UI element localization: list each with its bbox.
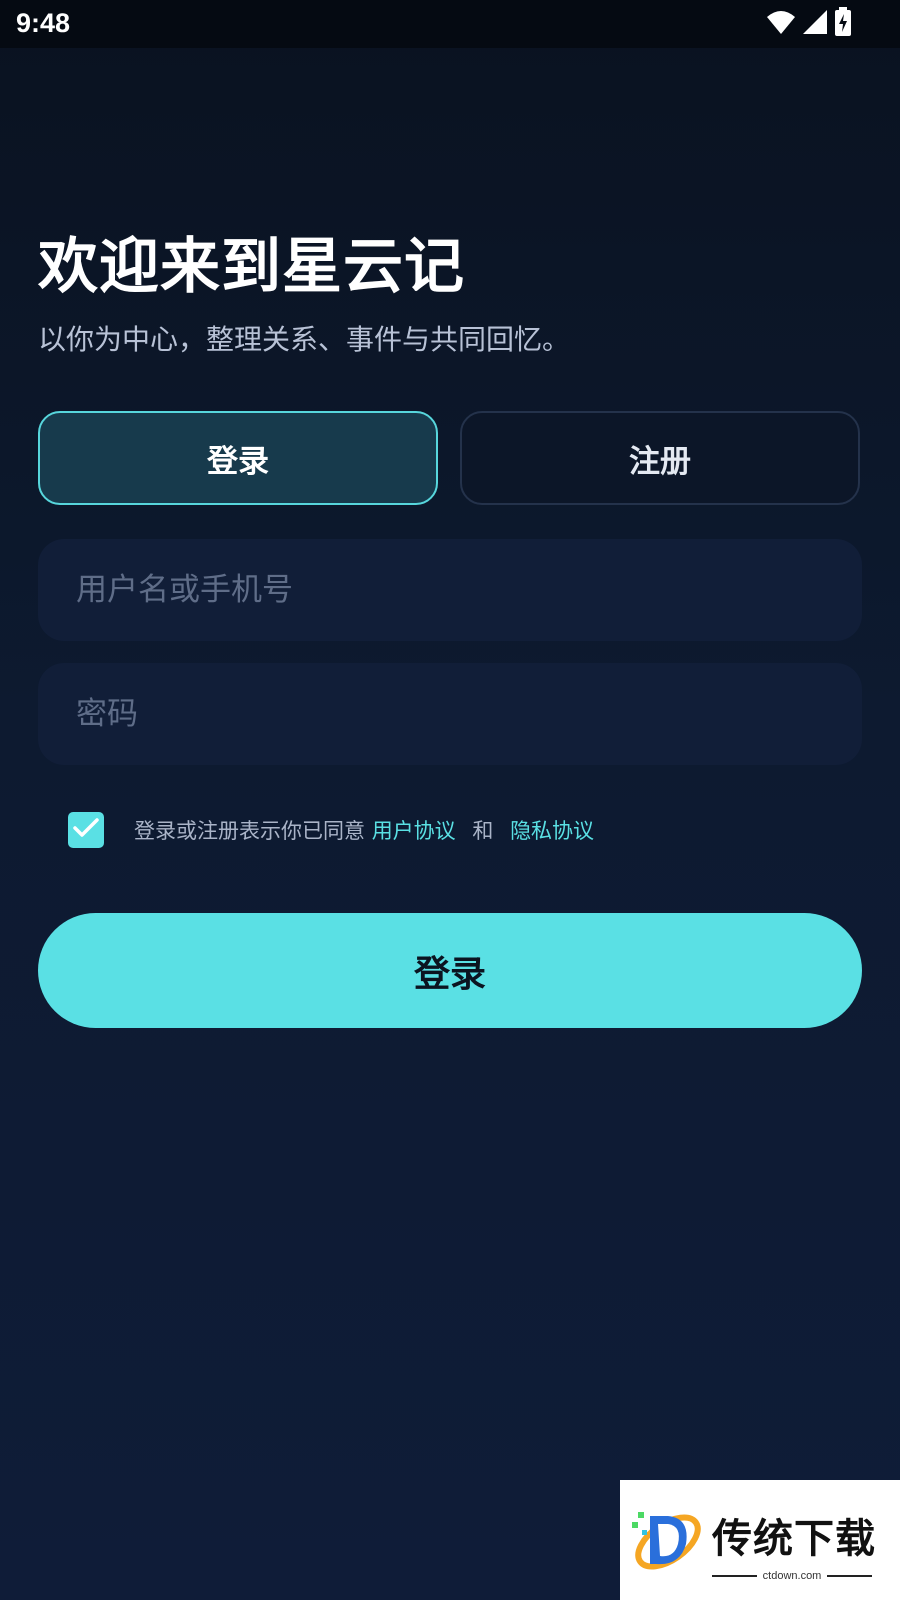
username-input[interactable]	[38, 539, 862, 641]
tab-register[interactable]: 注册	[460, 411, 860, 505]
agreement-text: 登录或注册表示你已同意 用户协议 和 隐私协议	[134, 815, 594, 845]
agreement-checkbox[interactable]	[68, 812, 104, 848]
password-field	[38, 663, 862, 765]
watermark-title: 传统下载	[712, 1516, 876, 1562]
agreement-and: 和	[472, 819, 494, 843]
privacy-policy-link[interactable]: 隐私协议	[510, 819, 594, 843]
tab-login[interactable]: 登录	[38, 411, 438, 505]
user-agreement-link[interactable]: 用户协议	[372, 819, 456, 843]
battery-charging-icon	[834, 7, 852, 41]
watermark-logo-icon	[628, 1504, 706, 1580]
agreement-row: 登录或注册表示你已同意 用户协议 和 隐私协议	[68, 812, 594, 848]
check-icon	[73, 817, 99, 843]
signal-icon	[802, 9, 828, 39]
watermark: 传统下载 ctdown.com	[620, 1480, 900, 1600]
watermark-url: ctdown.com	[762, 1570, 822, 1582]
status-bar: 9:48	[0, 0, 900, 48]
status-time: 9:48	[16, 8, 71, 38]
watermark-url-line: ctdown.com	[712, 1570, 873, 1582]
page-title: 欢迎来到星云记	[38, 232, 465, 302]
wifi-icon	[766, 9, 796, 39]
status-icons	[766, 7, 852, 41]
password-input[interactable]	[38, 663, 862, 765]
page-subtitle: 以你为中心，整理关系、事件与共同回忆。	[38, 323, 571, 356]
login-button[interactable]: 登录	[38, 913, 862, 1028]
agreement-statement: 登录或注册表示你已同意	[134, 819, 365, 843]
username-field	[38, 539, 862, 641]
